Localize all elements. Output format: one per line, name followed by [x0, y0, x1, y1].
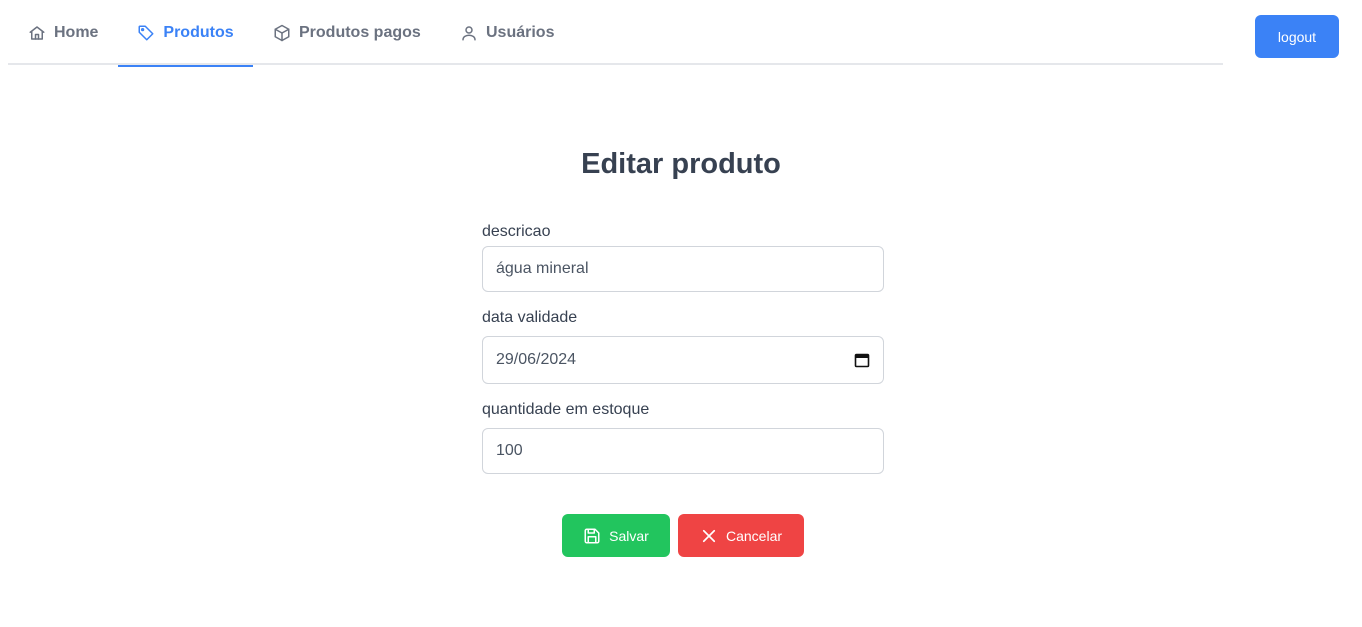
- quantidade-input[interactable]: 100: [482, 428, 884, 474]
- save-button-label: Salvar: [609, 527, 649, 544]
- tag-icon: [138, 25, 154, 40]
- tab-produtos-label: Produtos: [163, 23, 234, 41]
- cancel-button-label: Cancelar: [725, 527, 783, 544]
- cancel-button[interactable]: Cancelar: [678, 514, 804, 557]
- descricao-value: água mineral: [496, 260, 589, 277]
- tab-produtos[interactable]: Produtos: [118, 0, 253, 67]
- quantidade-label: quantidade em estoque: [482, 401, 650, 418]
- tab-home[interactable]: Home: [8, 0, 118, 65]
- data-validade-value: 29/06/2024: [496, 351, 577, 368]
- tab-produtos-pagos-label: Produtos pagos: [299, 23, 421, 41]
- box-icon: [274, 24, 290, 41]
- save-icon: [584, 528, 600, 543]
- tab-home-label: Home: [54, 23, 99, 41]
- user-icon: [462, 25, 476, 40]
- data-validade-label: data validade: [482, 309, 578, 326]
- tab-usuarios[interactable]: Usuários: [440, 0, 574, 65]
- logout-button[interactable]: logout: [1255, 15, 1339, 58]
- descricao-label: descricao: [482, 223, 551, 240]
- close-icon: [702, 529, 716, 542]
- calendar-icon[interactable]: [854, 352, 870, 368]
- descricao-input[interactable]: água mineral: [482, 246, 884, 292]
- quantidade-value: 100: [496, 442, 523, 459]
- top-nav: Home Produtos Produtos pagos Usuários: [8, 0, 1223, 67]
- save-button[interactable]: Salvar: [562, 514, 670, 557]
- page-title: Editar produto: [581, 148, 781, 180]
- tab-produtos-pagos[interactable]: Produtos pagos: [253, 0, 441, 65]
- data-validade-input[interactable]: 29/06/2024: [482, 336, 884, 384]
- tab-usuarios-label: Usuários: [486, 23, 555, 41]
- home-icon: [29, 25, 45, 40]
